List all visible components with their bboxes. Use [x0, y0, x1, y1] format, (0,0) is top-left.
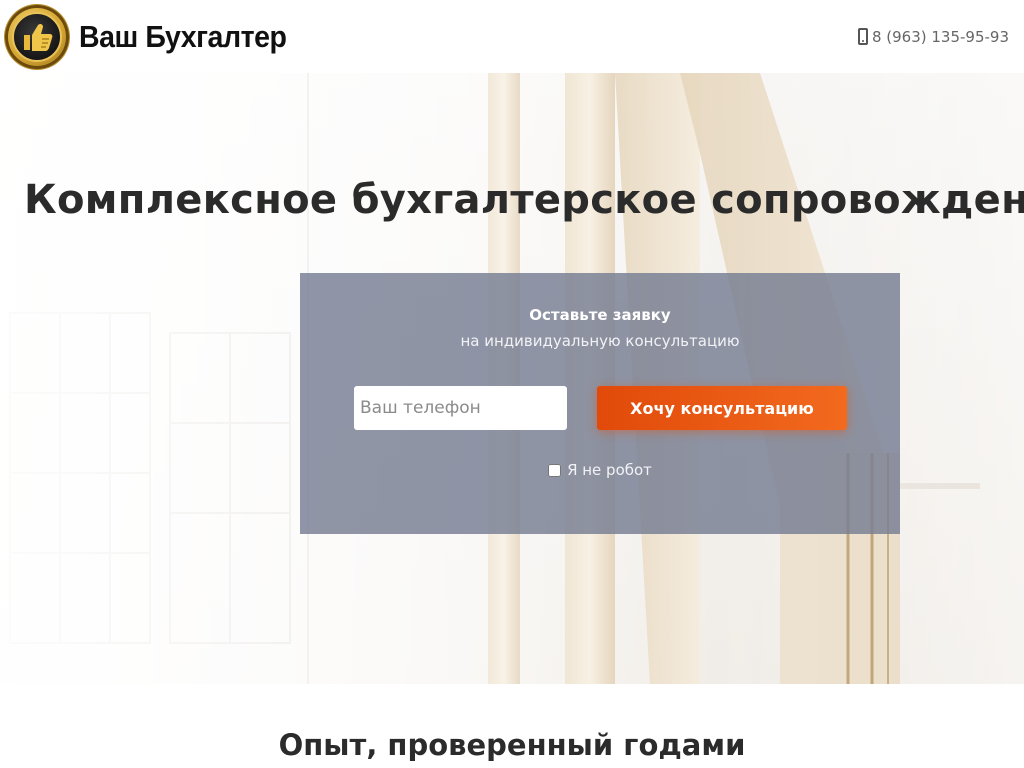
form-row: Хочу консультацию [354, 386, 847, 430]
form-subtitle: на индивидуальную консультацию [460, 332, 740, 350]
brand-name: Ваш Бухгалтер [79, 18, 287, 54]
thumbs-up-logo-icon [5, 4, 69, 69]
form-title: Оставьте заявку [529, 306, 671, 324]
hero-section: Комплексное бухгалтерское сопровождение … [0, 73, 1024, 684]
not-robot-checkbox[interactable] [548, 463, 562, 477]
section-title: Опыт, проверенный годами [278, 728, 746, 762]
not-robot-label: Я не робот [567, 461, 652, 479]
hero-title: Комплексное бухгалтерское сопровождение … [24, 177, 1024, 223]
phone-input[interactable] [354, 386, 567, 430]
site-header: Ваш Бухгалтер 8 (963) 135-95-93 [0, 0, 1024, 73]
phone-number: 8 (963) 135-95-93 [871, 27, 1009, 46]
consultation-form-panel: Оставьте заявку на индивидуальную консул… [300, 273, 900, 534]
brand[interactable]: Ваш Бухгалтер [5, 4, 305, 69]
header-phone[interactable]: 8 (963) 135-95-93 [857, 27, 1009, 46]
captcha-row[interactable]: Я не робот [300, 461, 900, 479]
mobile-phone-icon [857, 28, 868, 45]
consultation-button[interactable]: Хочу консультацию [597, 386, 847, 430]
